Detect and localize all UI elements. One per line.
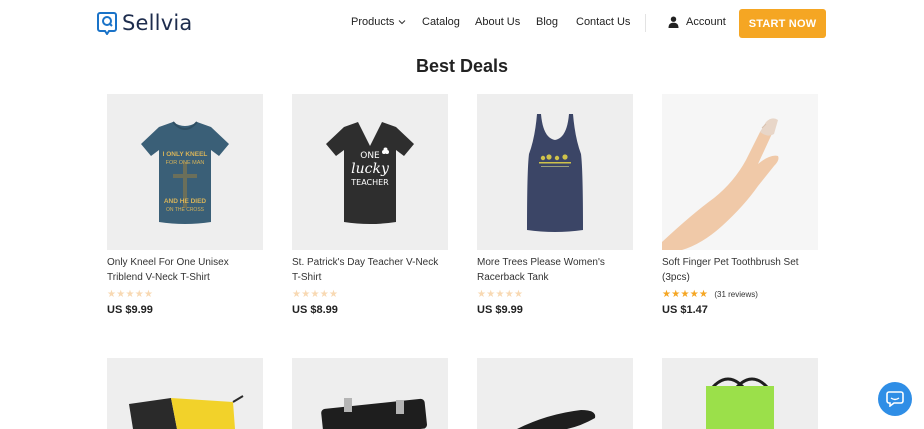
towel-image (129, 395, 244, 429)
star-rating-icon: ★★★★★ (292, 289, 339, 300)
product-title[interactable]: Only Kneel For One Unisex Triblend V-Nec… (107, 255, 263, 285)
site-header: Sellvia Products Catalog About Us Blog C… (0, 0, 924, 48)
star-rating-icon: ★★★★★ (107, 289, 154, 300)
section-title: Best Deals (415, 56, 509, 76)
nav-divider (645, 14, 646, 32)
product-image[interactable] (107, 358, 263, 429)
shirt-print-lucky: lucky (351, 161, 390, 177)
tshirt-image: ONE lucky TEACHER (326, 122, 414, 224)
product-image[interactable] (292, 358, 448, 429)
product-rating: ★★★★★ (107, 289, 263, 300)
logo[interactable]: Sellvia (97, 11, 192, 35)
product-title[interactable]: St. Patrick's Day Teacher V-Neck T-Shirt (292, 255, 448, 285)
tote-bag-image (706, 377, 774, 429)
product-card[interactable]: I ONLY KNEEL FOR ONE MAN AND HE DIED ON … (107, 94, 263, 316)
tshirt-image: I ONLY KNEEL FOR ONE MAN AND HE DIED ON … (141, 121, 229, 224)
chevron-down-icon (399, 20, 406, 25)
product-title[interactable]: Soft Finger Pet Toothbrush Set (3pcs) (662, 255, 818, 285)
shirt-print-teacher: TEACHER (350, 178, 389, 187)
shirt-print-tag: ON THE CROSS (166, 207, 205, 213)
insole-image (517, 410, 596, 429)
product-card[interactable]: Soft Finger Pet Toothbrush Set (3pcs) ★★… (662, 94, 818, 316)
product-price: US $9.99 (107, 304, 153, 316)
product-rating: ★★★★★ (31 reviews) (662, 289, 818, 300)
product-card[interactable]: More Trees Please Women's Racerback Tank… (477, 94, 633, 316)
product-price: US $1.47 (662, 304, 708, 316)
product-price: US $8.99 (292, 304, 338, 316)
product-image[interactable] (477, 358, 633, 429)
star-rating-icon: ★★★★★ (477, 289, 524, 300)
product-image[interactable] (662, 358, 818, 429)
product-title[interactable]: More Trees Please Women's Racerback Tank (477, 255, 633, 285)
tank-top-image (527, 114, 583, 232)
nav-contact-us[interactable]: Contact Us (576, 16, 630, 28)
logo-icon (97, 12, 117, 35)
start-now-button[interactable]: START NOW (739, 9, 826, 38)
review-count[interactable]: (31 reviews) (714, 290, 758, 299)
phone-grip-image (321, 398, 427, 429)
star-rating-icon: ★★★★★ (662, 289, 709, 300)
nav-catalog[interactable]: Catalog (422, 16, 460, 28)
user-icon (668, 16, 679, 28)
product-card[interactable]: ONE lucky TEACHER St. Patrick's Day Teac… (292, 94, 448, 316)
account-link[interactable]: Account (668, 16, 726, 28)
account-label: Account (686, 16, 726, 28)
nav-about-us[interactable]: About Us (475, 16, 520, 28)
product-price: US $9.99 (477, 304, 523, 316)
product-rating: ★★★★★ (477, 289, 633, 300)
shirt-print-mid: FOR ONE MAN (166, 160, 205, 166)
shirt-print-top: I ONLY KNEEL (163, 151, 208, 158)
nav-products[interactable]: Products (351, 16, 406, 28)
product-image[interactable] (662, 94, 818, 250)
product-rating: ★★★★★ (292, 289, 448, 300)
shirt-print-one: ONE (360, 151, 380, 161)
chat-icon (886, 391, 904, 407)
shirt-print-bottom: AND HE DIED (164, 198, 207, 205)
product-image[interactable]: ONE lucky TEACHER (292, 94, 448, 250)
nav-products-label: Products (351, 16, 395, 28)
nav-blog[interactable]: Blog (536, 16, 558, 28)
brand-name: Sellvia (122, 11, 193, 35)
product-image[interactable]: I ONLY KNEEL FOR ONE MAN AND HE DIED ON … (107, 94, 263, 250)
finger-toothbrush-image (662, 118, 779, 250)
chat-button[interactable] (878, 382, 912, 416)
product-image[interactable] (477, 94, 633, 250)
